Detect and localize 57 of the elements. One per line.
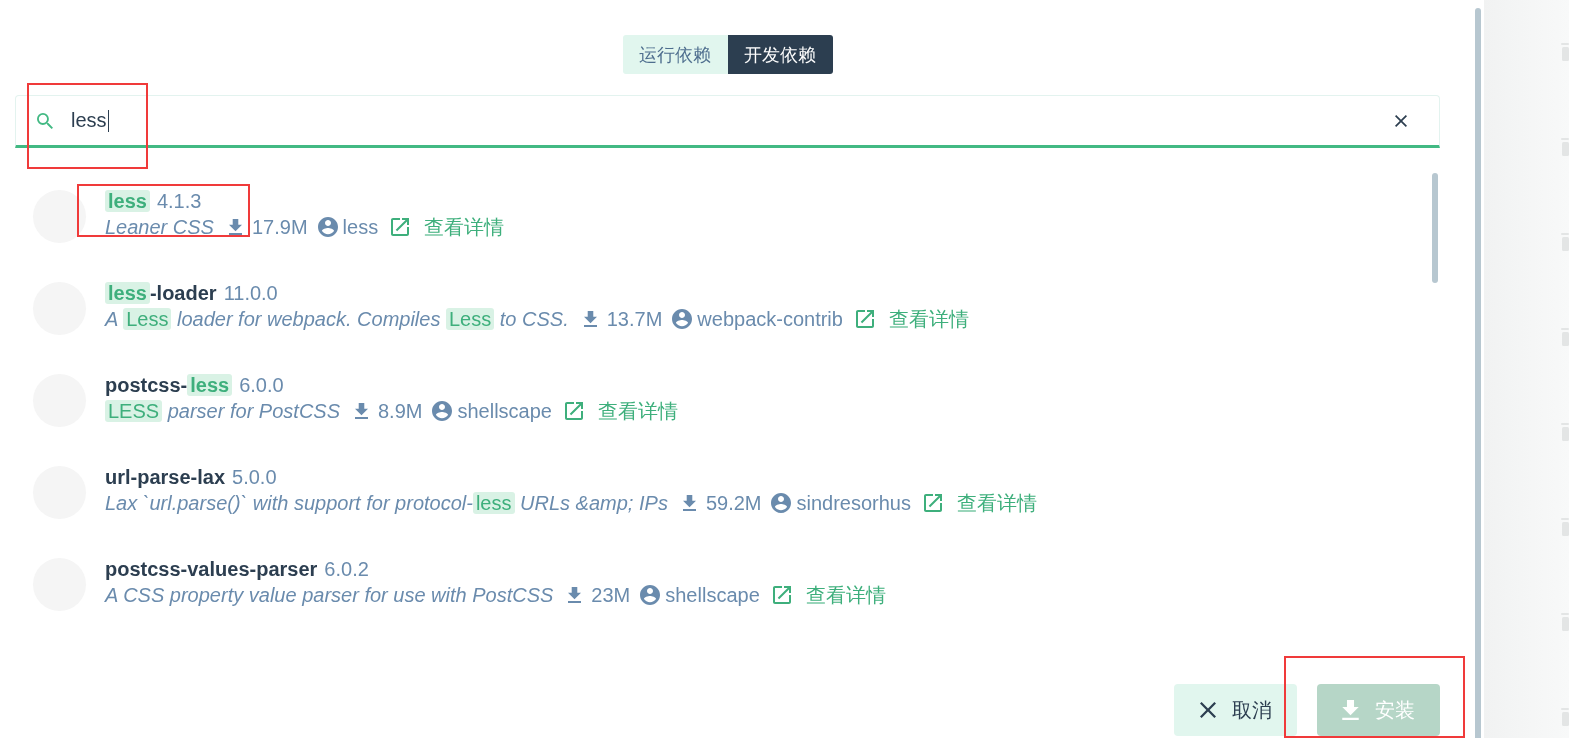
user-icon	[771, 493, 792, 513]
text-cursor	[107, 109, 109, 132]
package-author: sindresorhus	[796, 491, 911, 515]
package-description: A CSS property value parser for use with PostCSS	[105, 583, 554, 607]
search-field[interactable]: less	[15, 95, 1440, 148]
external-link-icon	[772, 586, 791, 604]
user-icon	[317, 217, 338, 237]
download-icon	[583, 311, 597, 327]
package-description: LESS parser for PostCSS	[105, 399, 340, 423]
download-icon	[682, 495, 696, 511]
external-link-icon	[565, 402, 583, 420]
package-version: 5.0.0	[232, 465, 277, 489]
package-author: less	[342, 215, 379, 239]
user-icon	[640, 585, 661, 605]
package-author: shellscape	[665, 583, 760, 607]
close-icon[interactable]	[1395, 114, 1407, 127]
download-icon	[228, 219, 242, 235]
avatar	[33, 189, 86, 243]
download-icon	[568, 587, 582, 603]
download-count: 8.9M	[378, 399, 423, 423]
package-name: postcss-less	[105, 373, 233, 397]
scrollbar-thumb[interactable]	[1475, 8, 1481, 738]
external-link-icon	[924, 494, 942, 512]
package-description: Leaner CSS	[105, 215, 214, 239]
package-version: 6.0.2	[324, 557, 369, 581]
package-name: less	[105, 189, 150, 213]
package-version: 11.0.0	[223, 281, 278, 305]
download-count: 13.7M	[606, 307, 663, 331]
tab[interactable]: 运行依赖	[622, 35, 728, 74]
download-count: 23M	[591, 583, 631, 607]
package-author: shellscape	[457, 399, 552, 423]
external-link-icon	[391, 218, 410, 236]
download-icon	[355, 403, 368, 419]
close-icon	[1199, 702, 1216, 718]
download-count: 59.2M	[705, 491, 762, 515]
external-link-icon	[855, 310, 874, 328]
details-link[interactable]: 查看详情	[924, 489, 1037, 517]
package-author: webpack-contrib	[697, 307, 843, 331]
cancel-button[interactable]: 取消	[1174, 684, 1297, 736]
package-version: 4.1.3	[156, 189, 202, 213]
user-icon	[432, 401, 453, 421]
download-icon	[1342, 700, 1359, 720]
package-name: less-loader	[105, 281, 217, 305]
package-version: 6.0.0	[239, 373, 284, 397]
details-link[interactable]: 查看详情	[772, 581, 886, 609]
details-link[interactable]: 查看详情	[565, 397, 678, 425]
search-icon	[37, 112, 53, 129]
package-name: url-parse-lax	[105, 465, 226, 489]
user-icon	[672, 309, 693, 329]
tab[interactable]: 开发依赖	[727, 35, 833, 74]
package-description: A Less loader for webpack. Compiles Less to CSS.	[105, 307, 569, 331]
details-link[interactable]: 查看详情	[391, 213, 505, 241]
details-link[interactable]: 查看详情	[855, 305, 969, 333]
package-description: Lax `url.parse()` with support for protocol-less URLs &amp; IPs	[105, 491, 668, 515]
scrollbar-thumb[interactable]	[1432, 173, 1438, 283]
download-count: 17.9M	[251, 215, 308, 239]
package-name: postcss-values-parser	[105, 557, 318, 581]
